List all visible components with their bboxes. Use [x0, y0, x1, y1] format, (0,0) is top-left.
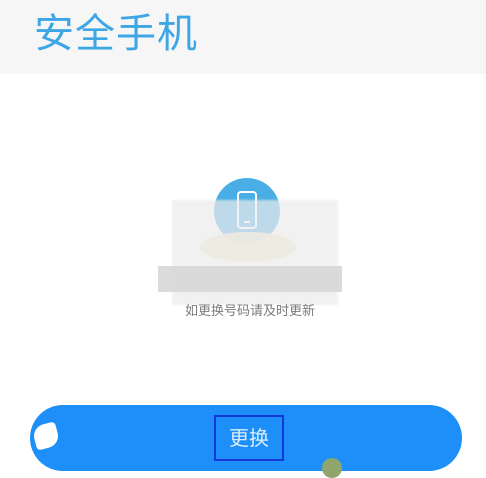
- phone-number: [172, 266, 338, 292]
- page-header: 安全手机: [0, 0, 486, 74]
- update-hint: 如更换号码请及时更新: [184, 304, 315, 319]
- change-button-label[interactable]: 更换: [214, 415, 284, 461]
- notification-dot: [322, 458, 342, 478]
- page-title: 安全手机: [34, 11, 198, 57]
